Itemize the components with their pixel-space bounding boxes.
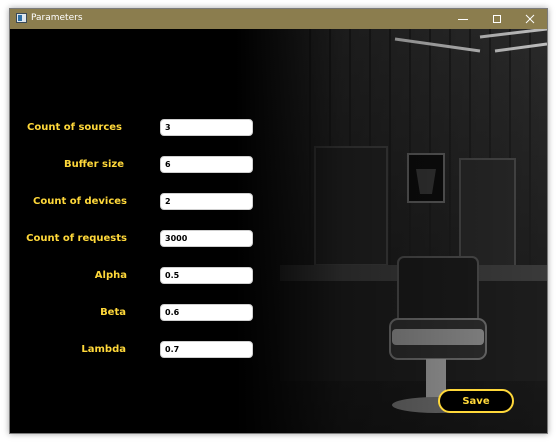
minimize-icon [458, 19, 468, 20]
maximize-icon [493, 15, 501, 23]
minimize-button[interactable] [446, 9, 480, 29]
title-bar[interactable]: Parameters [10, 9, 547, 29]
alpha-label: Alpha [94, 270, 127, 281]
parameters-window: Parameters Count of sources 3 Buffer siz… [9, 8, 548, 434]
buffer-size-input[interactable] [160, 156, 253, 173]
lambda-input[interactable] [160, 341, 253, 358]
count-of-requests-input[interactable] [160, 230, 253, 247]
count-of-sources-label: Count of sources [27, 122, 122, 133]
window-title: Parameters [31, 13, 83, 23]
count-of-sources-input[interactable] [160, 119, 253, 136]
lambda-label: Lambda [81, 344, 126, 355]
barbershop-background-image [10, 29, 547, 433]
maximize-button[interactable] [480, 9, 514, 29]
count-of-devices-label: Count of devices [33, 196, 127, 207]
count-of-devices-input[interactable] [160, 193, 253, 210]
beta-input[interactable] [160, 304, 253, 321]
beta-label: Beta [100, 307, 126, 318]
app-window-icon [16, 13, 27, 23]
save-button[interactable]: Save [438, 389, 514, 413]
count-of-requests-label: Count of requests [26, 233, 127, 244]
alpha-input[interactable] [160, 267, 253, 284]
buffer-size-label: Buffer size [63, 159, 124, 170]
close-icon [525, 14, 535, 24]
close-button[interactable] [513, 9, 547, 29]
content-area: Count of sources Buffer size Count of de… [10, 29, 547, 433]
